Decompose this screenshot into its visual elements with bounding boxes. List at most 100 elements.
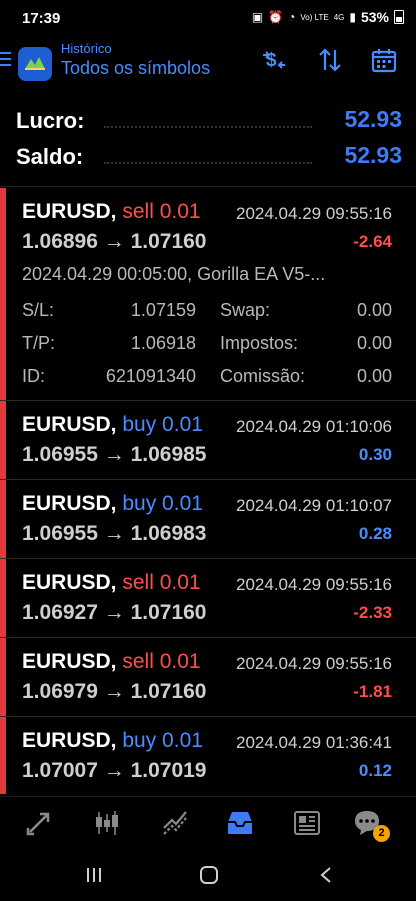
trade-prices: 1.07007 → 1.07019	[22, 759, 207, 782]
battery-icon	[394, 10, 404, 24]
wifi-icon: ◔	[288, 10, 296, 24]
trade-symbol-text: EURUSD,	[22, 650, 117, 673]
balance-leader-dots	[104, 162, 312, 164]
history-icon	[228, 812, 252, 834]
trade-profit: -2.64	[353, 232, 392, 251]
calendar-button[interactable]	[370, 46, 402, 76]
trade-item[interactable]: EURUSD, sell 0.01 2024.04.29 09:55:16 1.…	[0, 559, 416, 638]
back-icon[interactable]	[314, 865, 338, 887]
trade-item[interactable]: EURUSD, buy 0.01 2024.04.29 01:10:06 1.0…	[0, 401, 416, 480]
swap-label: Swap:	[220, 300, 271, 320]
swap-value: 0.00	[356, 300, 392, 320]
nav-chat[interactable]: 2	[352, 808, 390, 842]
quotes-icon	[26, 812, 50, 836]
tp-value: 1.06918	[130, 333, 196, 353]
nav-trade[interactable]	[160, 808, 194, 838]
screenshot-icon: ▣	[251, 10, 264, 24]
trade-type: sell 0.01	[122, 200, 201, 223]
header-title[interactable]: Todos os símbolos	[61, 58, 210, 79]
battery-percent: 53%	[360, 9, 389, 25]
tp-label: T/P:	[22, 333, 56, 353]
side-bar	[0, 717, 6, 794]
header-text: Histórico Todos os símbolos	[61, 41, 210, 79]
trade-symbol-text: EURUSD,	[22, 729, 117, 752]
trade-profit: 0.30	[358, 445, 392, 464]
menu-icon[interactable]	[0, 52, 12, 70]
nav-chart[interactable]	[92, 808, 126, 838]
side-bar	[0, 559, 6, 637]
app-header: Histórico Todos os símbolos $	[0, 36, 416, 92]
trade-type: sell 0.01	[122, 650, 201, 673]
nav-history[interactable]	[225, 808, 259, 838]
trade-prices: 1.06955 → 1.06983	[22, 522, 207, 545]
status-icons: ▣ ⏰ ◔ Vo) LTE 4G ▮ 53%	[252, 9, 404, 25]
network-gen-label: 4G	[333, 12, 345, 22]
trade-item[interactable]: EURUSD, sell 0.01 2024.04.29 09:55:16 1.…	[0, 638, 416, 717]
currency-filter-icon: $	[263, 50, 285, 71]
side-bar	[0, 401, 6, 479]
signal-icon: ▮	[349, 10, 356, 24]
balance-row: Saldo: 52.93	[16, 140, 402, 176]
trade-symbol: EURUSD, buy 0.01	[22, 413, 203, 437]
trade-prices: 1.06955 → 1.06985	[22, 443, 207, 466]
sort-button[interactable]	[316, 46, 348, 76]
trade-type: sell 0.01	[122, 571, 201, 594]
home-icon[interactable]	[197, 865, 221, 887]
detail-row: S/L: 1.07159 Swap: 0.00	[22, 300, 392, 324]
header-subtitle: Histórico	[61, 41, 112, 56]
network-label: Vo) LTE	[300, 12, 329, 22]
side-bar	[0, 638, 6, 716]
trade-type: buy 0.01	[122, 492, 203, 515]
trade-time: 2024.04.29 01:10:07	[236, 496, 392, 515]
sort-icon	[319, 48, 341, 72]
tax-label: Impostos:	[220, 333, 299, 353]
nav-quotes[interactable]	[24, 808, 58, 838]
trade-item[interactable]: EURUSD, buy 0.01 2024.04.29 01:36:41 1.0…	[0, 717, 416, 794]
trade-time: 2024.04.29 01:10:06	[236, 417, 392, 436]
balance-value: 52.93	[344, 142, 402, 168]
trade-history-list: EURUSD, sell 0.01 2024.04.29 09:55:16 1.…	[0, 188, 416, 794]
status-bar: 17:39 ▣ ⏰ ◔ Vo) LTE 4G ▮ 53%	[0, 0, 416, 36]
calendar-icon	[371, 49, 397, 73]
trade-item[interactable]: EURUSD, buy 0.01 2024.04.29 01:10:07 1.0…	[0, 480, 416, 559]
trade-item[interactable]: EURUSD, sell 0.01 2024.04.29 09:55:16 1.…	[0, 188, 416, 401]
trade-prices: 1.06896 → 1.07160	[22, 230, 207, 253]
profit-value: 52.93	[344, 106, 402, 132]
sell-side-bar	[0, 188, 6, 400]
trade-symbol: EURUSD, sell 0.01	[22, 571, 201, 595]
trade-prices: 1.06927 → 1.07160	[22, 601, 207, 624]
side-bar	[0, 480, 6, 558]
profit-leader-dots	[104, 126, 312, 128]
recent-apps-icon[interactable]	[82, 865, 106, 887]
trade-type: buy 0.01	[122, 729, 203, 752]
trade-profit: -1.81	[353, 682, 392, 701]
trade-symbol-text: EURUSD,	[22, 200, 117, 223]
trade-profit: -2.33	[353, 603, 392, 622]
account-summary: Lucro: 52.93 Saldo: 52.93	[0, 94, 416, 187]
trade-icon	[163, 811, 187, 835]
alarm-icon: ⏰	[268, 10, 284, 24]
system-navigation-bar	[0, 851, 416, 901]
bottom-navigation: 2	[0, 796, 416, 851]
chart-icon	[96, 811, 118, 835]
trade-symbol-text: EURUSD,	[22, 492, 117, 515]
trade-prices: 1.06979 → 1.07160	[22, 680, 207, 703]
trade-comment: 2024.04.29 00:05:00, Gorilla EA V5-...	[22, 264, 326, 284]
trade-symbol: EURUSD, sell 0.01	[22, 200, 201, 224]
profit-row: Lucro: 52.93	[16, 104, 402, 140]
trade-time: 2024.04.29 09:55:16	[236, 204, 392, 223]
sl-label: S/L:	[22, 300, 55, 320]
news-icon	[294, 811, 320, 835]
chat-badge: 2	[373, 825, 390, 842]
trade-symbol-text: EURUSD,	[22, 413, 117, 436]
nav-news[interactable]	[292, 808, 326, 838]
profit-label: Lucro:	[16, 108, 85, 133]
tax-value: 0.00	[356, 333, 392, 353]
detail-row: T/P: 1.06918 Impostos: 0.00	[22, 333, 392, 357]
currency-filter-button[interactable]: $	[260, 46, 292, 76]
trade-profit: 0.28	[358, 524, 392, 543]
trade-symbol: EURUSD, buy 0.01	[22, 492, 203, 516]
trade-profit: 0.12	[358, 761, 392, 780]
trade-symbol-text: EURUSD,	[22, 571, 117, 594]
balance-label: Saldo:	[16, 144, 84, 169]
